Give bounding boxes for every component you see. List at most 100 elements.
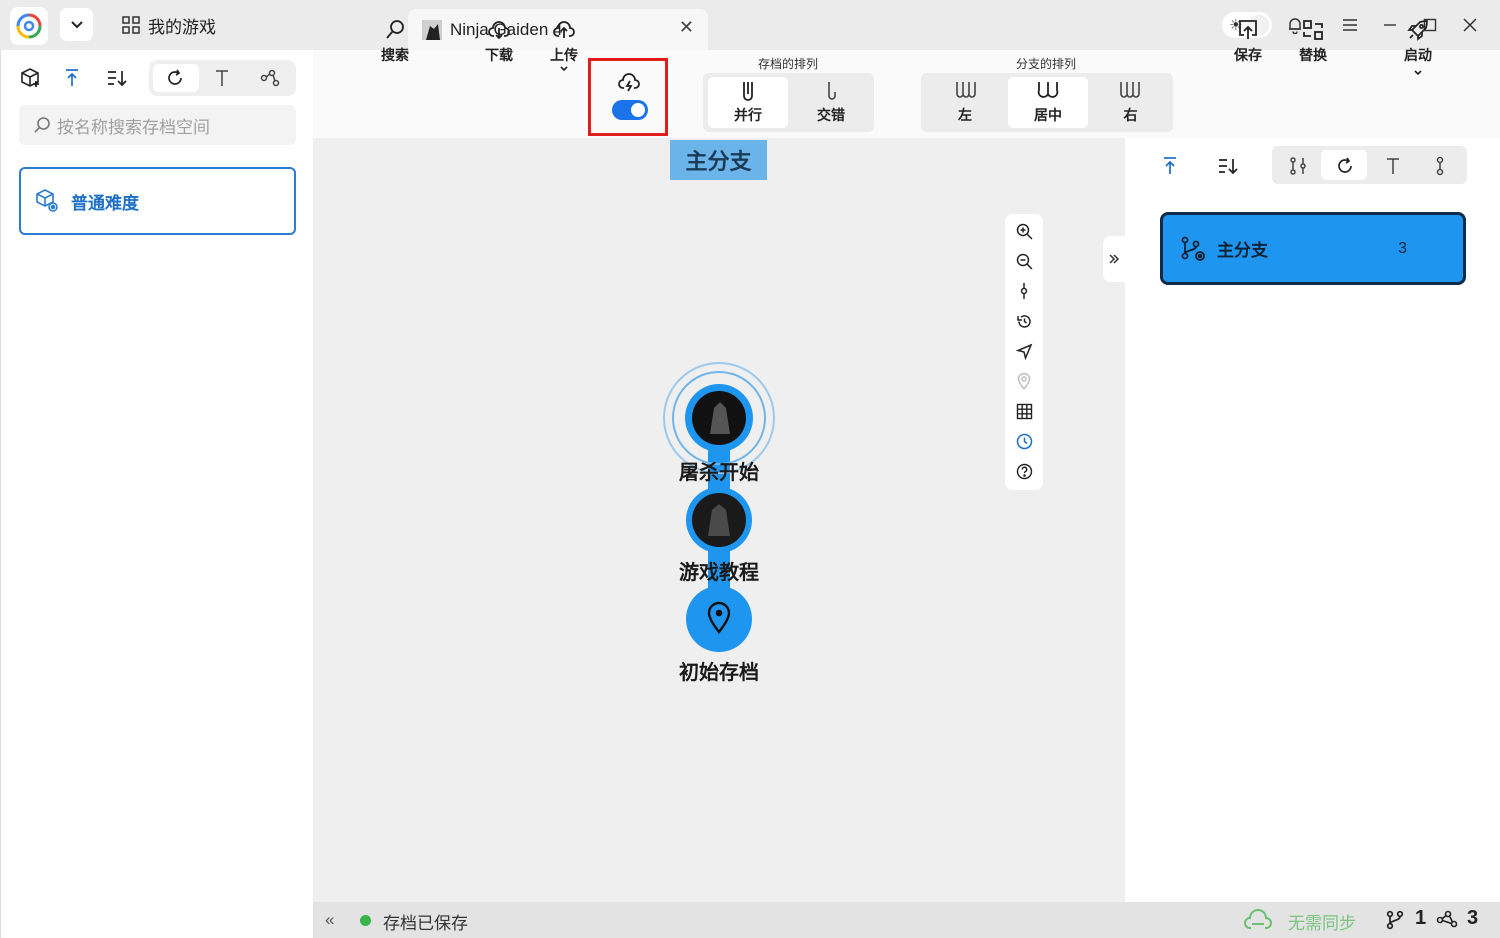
refresh-icon[interactable]: [163, 66, 187, 90]
branch-name: 主分支: [1217, 241, 1268, 260]
upload-button[interactable]: 上传: [536, 18, 592, 73]
branch-settings-icon: [1181, 236, 1205, 261]
app-logo-icon[interactable]: [10, 7, 48, 45]
upload-label: 上传: [550, 47, 578, 63]
menu-icon[interactable]: [1339, 14, 1361, 36]
align-left-label: 左: [958, 107, 972, 123]
node-vertical-icon[interactable]: [1428, 154, 1452, 178]
grid-view-icon[interactable]: [1015, 402, 1033, 420]
workspace-name: 普通难度: [71, 193, 139, 213]
save-node-label: 初始存档: [679, 662, 759, 684]
add-workspace-icon[interactable]: [18, 66, 42, 90]
rocket-icon: [1407, 20, 1428, 41]
sort-up-icon[interactable]: [1158, 154, 1182, 178]
grid-icon: [122, 16, 140, 34]
workspace-item[interactable]: 普通难度: [19, 167, 296, 235]
collapse-right-panel-button[interactable]: [1103, 236, 1125, 282]
launch-label: 启动: [1404, 47, 1432, 63]
close-tab-icon[interactable]: ✕: [679, 17, 694, 38]
search-label: 搜索: [381, 47, 409, 63]
branch-graph: [663, 362, 775, 652]
search-icon: [34, 117, 50, 133]
replace-label: 替换: [1299, 47, 1327, 63]
save-button[interactable]: 保存: [1220, 18, 1276, 65]
save-node-3[interactable]: [686, 586, 752, 652]
chevron-down-icon[interactable]: [1413, 69, 1423, 77]
chevron-down-icon: [70, 20, 83, 28]
sort-order-icon[interactable]: [1216, 154, 1240, 178]
branch-order-label: 分支的排列: [1016, 57, 1077, 71]
save-node-label: 游戏教程: [679, 562, 759, 584]
save-order-label: 存档的排列: [758, 57, 819, 71]
branch-title[interactable]: 主分支: [670, 140, 767, 180]
refresh-icon[interactable]: [1333, 154, 1357, 178]
node-link-icon[interactable]: [258, 66, 282, 90]
double-chevron-right-icon: [1109, 254, 1120, 264]
zoom-in-icon[interactable]: [1015, 222, 1033, 240]
align-left-icon: [956, 82, 976, 98]
map-pin-dot: [715, 609, 723, 617]
search-button[interactable]: 搜索: [367, 18, 423, 65]
search-icon: [386, 20, 404, 39]
save-label: 保存: [1234, 47, 1262, 63]
sort-order-icon[interactable]: [105, 66, 129, 90]
branch-icon: [1386, 910, 1404, 930]
branch-compare-icon[interactable]: [1286, 154, 1310, 178]
save-icon: [1239, 20, 1257, 39]
align-right-icon: [1119, 82, 1140, 98]
align-center-icon: [1037, 82, 1059, 98]
replace-button[interactable]: 替换: [1285, 18, 1341, 65]
game-thumbnail-icon: [422, 19, 442, 40]
cloud-check-icon: [1244, 909, 1272, 929]
zoom-out-icon[interactable]: [1015, 252, 1033, 270]
interleave-option[interactable]: 交错: [792, 77, 870, 128]
help-icon[interactable]: [1015, 462, 1033, 480]
history-icon[interactable]: [1015, 312, 1033, 330]
collapse-left-panel-button[interactable]: «: [325, 910, 334, 930]
branch-item[interactable]: 主分支 3: [1160, 212, 1466, 285]
pin-disabled-icon: [1015, 372, 1033, 390]
align-right-option[interactable]: 右: [1092, 77, 1169, 128]
align-center-option[interactable]: 居中: [1008, 77, 1088, 128]
text-sort-icon[interactable]: [210, 66, 234, 90]
locate-icon[interactable]: [1015, 342, 1033, 360]
parallel-icon: [743, 82, 753, 101]
workspace-search-input[interactable]: 按名称搜索存档空间: [19, 105, 296, 145]
interleave-label: 交错: [817, 107, 845, 123]
replace-icon: [1303, 20, 1323, 40]
branch-count: 1: [1415, 907, 1427, 929]
workspace-panel: 按名称搜索存档空间 普通难度: [0, 50, 313, 938]
status-bar: « 存档已保存 无需同步 1 3: [313, 902, 1500, 938]
chevron-down-icon[interactable]: [559, 65, 569, 73]
text-sort-icon[interactable]: [1381, 154, 1405, 178]
my-games-link[interactable]: 我的游戏: [122, 12, 216, 38]
cloud-upload-icon: [553, 21, 575, 38]
close-window-icon[interactable]: [1459, 14, 1481, 36]
sync-status-text: 无需同步: [1288, 914, 1356, 933]
interleave-icon: [828, 82, 836, 100]
node-count-icon: [1436, 910, 1458, 928]
download-button[interactable]: 下载: [471, 18, 527, 65]
canvas-tools: [1005, 214, 1043, 490]
search-placeholder: 按名称搜索存档空间: [57, 117, 210, 137]
sort-up-icon[interactable]: [60, 66, 84, 90]
workspace-settings-icon: [36, 189, 58, 212]
clock-icon[interactable]: [1015, 432, 1033, 450]
download-label: 下载: [485, 47, 513, 63]
saved-status-text: 存档已保存: [383, 914, 468, 933]
my-games-label: 我的游戏: [148, 17, 216, 37]
saved-status-dot: [360, 915, 371, 926]
node-count: 3: [1467, 907, 1479, 929]
save-node-label: 屠杀开始: [679, 462, 759, 484]
align-center-label: 居中: [1034, 107, 1062, 123]
app-menu-dropdown-button[interactable]: [60, 8, 93, 41]
parallel-label: 并行: [734, 107, 762, 123]
launch-button[interactable]: 启动: [1390, 18, 1446, 77]
commit-line-icon[interactable]: [1015, 282, 1033, 300]
highlight-box: [588, 58, 668, 136]
parallel-option[interactable]: 并行: [708, 77, 788, 128]
branch-save-count: 3: [1398, 239, 1407, 257]
cloud-download-icon: [488, 21, 510, 40]
align-left-option[interactable]: 左: [926, 77, 1004, 128]
align-right-label: 右: [1123, 107, 1138, 123]
